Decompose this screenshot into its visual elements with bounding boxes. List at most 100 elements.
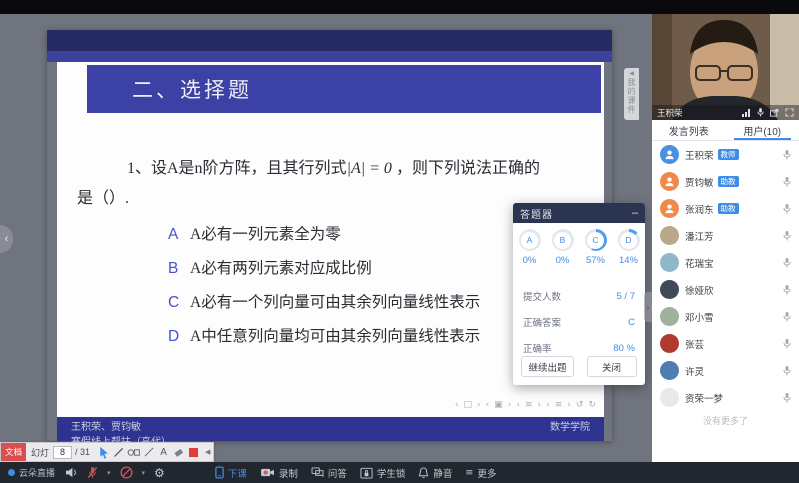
camera-caret-icon[interactable]: ▾ xyxy=(142,469,146,477)
camera-muted-icon[interactable] xyxy=(120,466,133,479)
document-button[interactable]: 文档 xyxy=(1,443,26,461)
user-name: 张芸 xyxy=(685,337,704,351)
mic-status-icon[interactable] xyxy=(783,204,791,214)
fullscreen-icon[interactable] xyxy=(785,108,794,117)
mic-caret-icon[interactable]: ▾ xyxy=(107,469,111,477)
mic-status-icon[interactable] xyxy=(783,393,791,403)
presenter-nav-icon[interactable]: › xyxy=(477,400,481,410)
page-total: / 31 xyxy=(75,447,90,457)
gear-icon[interactable]: ⚙ xyxy=(154,467,165,479)
highlighter-tool[interactable] xyxy=(171,444,186,460)
bottom-control-bar: 云朵直播 ▾ ▾ ⚙ 下课 录制 问答 学生锁 xyxy=(0,462,799,483)
avatar xyxy=(660,172,679,191)
mic-status-icon[interactable] xyxy=(783,285,791,295)
stat-label: 正确答案 xyxy=(523,315,561,329)
collapse-toolbar-icon[interactable]: ◀ xyxy=(205,448,210,456)
page-number-input[interactable] xyxy=(53,446,72,459)
user-name: 许灵 xyxy=(685,364,704,378)
mic-status-icon[interactable] xyxy=(783,339,791,349)
color-swatch[interactable] xyxy=(186,444,201,460)
poll-choice: C 57% xyxy=(579,229,612,266)
user-row[interactable]: 资荣一梦 xyxy=(652,384,799,411)
user-row[interactable]: 许灵 xyxy=(652,357,799,384)
text-tool[interactable]: A xyxy=(156,444,171,460)
close-poll-button[interactable]: 关闭 xyxy=(587,356,637,377)
progress-ring: C xyxy=(585,229,607,251)
user-name: 资荣一梦 xyxy=(685,391,723,405)
pen-tool[interactable] xyxy=(111,444,126,460)
chevron-right-icon[interactable]: › xyxy=(644,292,652,322)
user-row[interactable]: 张芸 xyxy=(652,330,799,357)
presenter-nav-icon[interactable]: › xyxy=(538,400,542,410)
user-name: 贾钧敏 xyxy=(685,175,714,189)
student-lock-icon xyxy=(360,466,373,479)
sidebar: 王积荣 发言列表 用户(10) 王积荣 教师 xyxy=(652,14,799,462)
mic-status-icon[interactable] xyxy=(783,366,791,376)
tab-speaker-list[interactable]: 发言列表 xyxy=(652,120,726,140)
record-icon xyxy=(260,467,275,478)
mic-status-icon[interactable] xyxy=(783,177,791,187)
presenter-nav-icon[interactable]: › xyxy=(508,400,512,410)
mic-icon[interactable] xyxy=(757,108,764,117)
presenter-nav-icon[interactable]: ↻ xyxy=(588,400,596,410)
mic-status-icon[interactable] xyxy=(783,231,791,241)
shapes-tool[interactable] xyxy=(126,444,141,460)
bell-icon xyxy=(418,467,429,479)
line-tool[interactable] xyxy=(141,444,156,460)
signal-icon xyxy=(742,109,751,117)
avatar xyxy=(660,361,679,380)
mute-all-button[interactable]: 静音 xyxy=(418,466,452,480)
poll-header[interactable]: 答题器 – xyxy=(513,203,645,223)
presenter-nav-icon[interactable]: □ xyxy=(464,400,473,410)
presenter-nav-icon[interactable]: ‹ xyxy=(486,400,490,410)
role-badge: 教师 xyxy=(718,149,739,160)
cursor-tool[interactable] xyxy=(96,444,111,460)
more-button[interactable]: ≡ 更多 xyxy=(465,466,496,480)
poll-choice: D 14% xyxy=(612,229,645,266)
avatar xyxy=(660,334,679,353)
tab-users[interactable]: 用户(10) xyxy=(726,120,799,140)
hamburger-icon: ≡ xyxy=(465,467,473,478)
presenter-nav-icon[interactable]: ▣ xyxy=(494,400,503,410)
mic-status-icon[interactable] xyxy=(783,312,791,322)
user-row[interactable]: 王积荣 教师 xyxy=(652,141,799,168)
option-row: B A必有两列元素对应成比例 xyxy=(168,256,480,278)
user-row[interactable]: 花瑞宝 xyxy=(652,249,799,276)
no-more-text: 没有更多了 xyxy=(652,414,799,427)
student-lock-button[interactable]: 学生锁 xyxy=(360,466,406,480)
presenter-nav-icon[interactable]: ≡ xyxy=(525,400,533,410)
progress-ring: B xyxy=(552,229,574,251)
presenter-nav-icon[interactable]: ‹ xyxy=(455,400,459,410)
avatar xyxy=(660,145,679,164)
user-row[interactable]: 徐娅欣 xyxy=(652,276,799,303)
question-line-1: 1、设A是n阶方阵，且其行列式|A| = 0 ，则下列说法正确的 xyxy=(127,154,540,178)
user-row[interactable]: 贾钧敏 助教 xyxy=(652,168,799,195)
mic-muted-icon[interactable] xyxy=(87,466,98,479)
brand-label: 云朵直播 xyxy=(19,466,55,479)
continue-question-button[interactable]: 继续出题 xyxy=(521,356,573,377)
mic-status-icon[interactable] xyxy=(783,150,791,160)
user-row[interactable]: 潘江芳 xyxy=(652,222,799,249)
popout-icon[interactable] xyxy=(770,109,779,117)
poll-stat-row: 提交人数 5 / 7 xyxy=(513,283,645,309)
user-row[interactable]: 邓小雪 xyxy=(652,303,799,330)
user-row[interactable]: 张润东 助教 xyxy=(652,195,799,222)
poll-choice: A 0% xyxy=(513,229,546,266)
option-text: A必有一个列向量可由其余列向量线性表示 xyxy=(190,290,480,312)
mic-status-icon[interactable] xyxy=(783,258,791,268)
speaker-icon[interactable] xyxy=(65,467,78,478)
end-class-button[interactable]: 下课 xyxy=(215,466,247,480)
presenter-nav-icon[interactable]: ‹ xyxy=(546,400,550,410)
presenter-nav-icon[interactable]: ‹ xyxy=(516,400,520,410)
my-courseware-tab[interactable]: ◀ 我的课件 xyxy=(624,68,639,120)
presenter-nav-icon[interactable]: ≡ xyxy=(555,400,563,410)
presenter-nav-icon[interactable]: › xyxy=(567,400,571,410)
presenter-nav-icon[interactable]: ↺ xyxy=(576,400,584,410)
minimize-icon[interactable]: – xyxy=(632,208,638,218)
qa-button[interactable]: 问答 xyxy=(311,466,347,480)
my-courseware-label: 我的课件 xyxy=(626,78,637,114)
chevron-left-icon[interactable]: ‹ xyxy=(0,225,13,253)
teacher-webcam[interactable]: 王积荣 xyxy=(652,14,799,120)
math-expression: |A| = 0 xyxy=(347,160,392,177)
record-button[interactable]: 录制 xyxy=(260,466,298,480)
